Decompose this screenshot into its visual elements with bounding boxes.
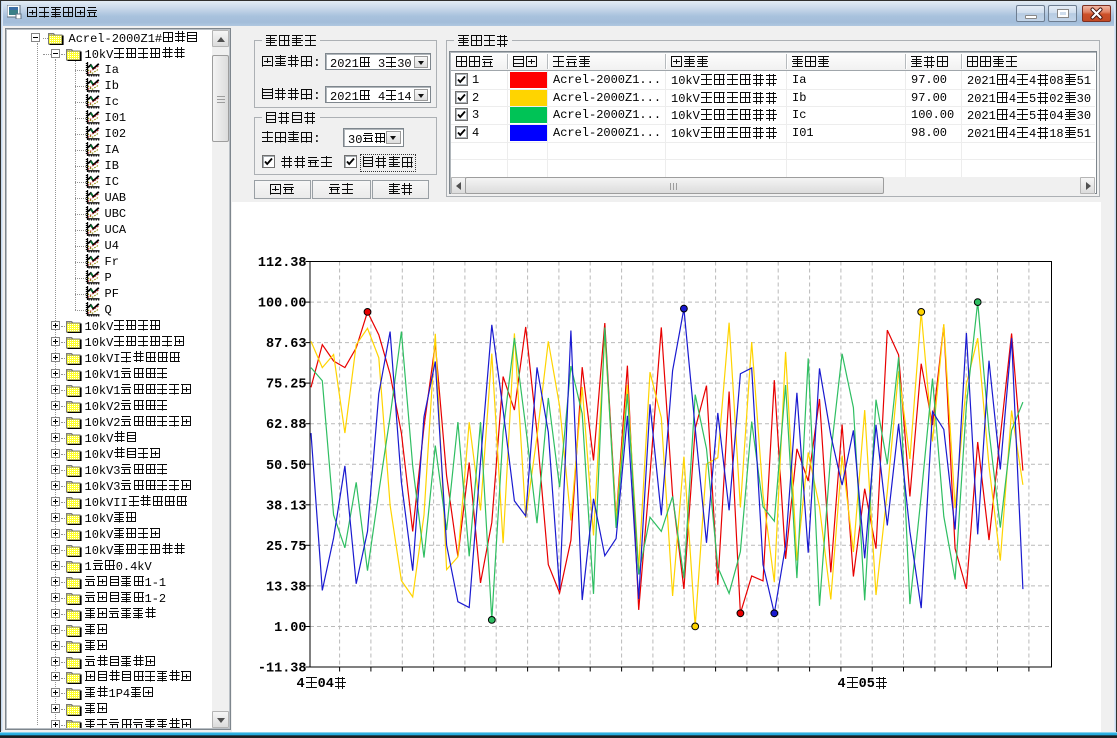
svg-text:-11.38: -11.38 xyxy=(257,662,306,677)
svg-text:50.50: 50.50 xyxy=(265,459,306,474)
svg-text:100.00: 100.00 xyxy=(257,297,306,312)
svg-text:112.38: 112.38 xyxy=(257,256,306,271)
svg-text:13.38: 13.38 xyxy=(265,580,306,595)
svg-text:75.25: 75.25 xyxy=(265,378,306,393)
svg-text:87.63: 87.63 xyxy=(265,337,306,352)
svg-text:62.88: 62.88 xyxy=(265,418,306,433)
svg-text:38.13: 38.13 xyxy=(265,499,306,514)
svg-text:1.00: 1.00 xyxy=(274,621,306,636)
svg-text:25.75: 25.75 xyxy=(265,540,306,555)
